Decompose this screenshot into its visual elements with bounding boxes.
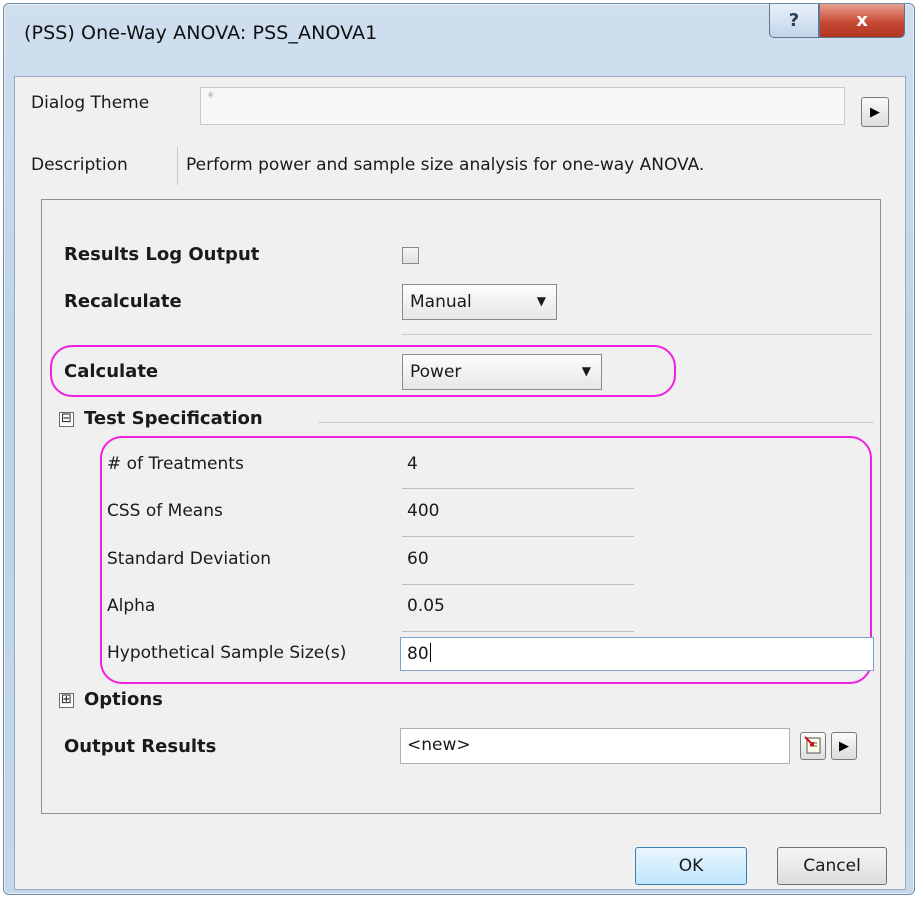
- sample-size-label: Hypothetical Sample Size(s): [107, 643, 347, 663]
- theme-menu-button[interactable]: ▶: [861, 97, 889, 127]
- dialog-window: (PSS) One-Way ANOVA: PSS_ANOVA1 ? x Dial…: [3, 3, 915, 895]
- options-title: Options: [84, 689, 163, 710]
- css-means-label: CSS of Means: [107, 501, 223, 521]
- expand-icon[interactable]: ⊞: [59, 693, 74, 708]
- recalculate-label: Recalculate: [64, 291, 182, 312]
- field-underline: [402, 631, 634, 632]
- description-text: Perform power and sample size analysis f…: [177, 147, 887, 185]
- ok-button[interactable]: OK: [635, 847, 747, 885]
- dialog-theme-label: Dialog Theme: [31, 93, 150, 113]
- std-dev-input[interactable]: 60: [407, 549, 429, 569]
- recalculate-select[interactable]: Manual ▼: [402, 284, 557, 320]
- dropdown-arrow-icon: ▼: [536, 294, 546, 308]
- separator: [402, 334, 872, 335]
- collapse-icon[interactable]: ⊟: [59, 412, 74, 427]
- treatments-input[interactable]: 4: [407, 454, 418, 474]
- output-results-value: <new>: [407, 735, 471, 755]
- browse-output-icon: [804, 736, 821, 754]
- play-arrow-icon: ▶: [839, 738, 849, 754]
- recalculate-value: Manual: [410, 292, 472, 312]
- dialog-theme-value: *: [207, 90, 214, 106]
- alpha-label: Alpha: [107, 596, 156, 616]
- alpha-input[interactable]: 0.05: [407, 596, 445, 616]
- field-underline: [402, 536, 634, 537]
- help-button[interactable]: ?: [769, 4, 819, 38]
- title-bar[interactable]: (PSS) One-Way ANOVA: PSS_ANOVA1 ? x: [4, 4, 914, 76]
- output-results-label: Output Results: [64, 736, 217, 757]
- output-browse-button[interactable]: [800, 732, 826, 760]
- output-results-field[interactable]: <new>: [400, 728, 790, 764]
- results-log-label: Results Log Output: [64, 244, 260, 265]
- field-underline: [402, 488, 634, 489]
- cancel-button[interactable]: Cancel: [777, 847, 887, 885]
- calculate-select[interactable]: Power ▼: [402, 354, 602, 390]
- dialog-theme-field[interactable]: *: [200, 87, 845, 125]
- field-underline: [402, 584, 634, 585]
- settings-panel: Results Log Output Recalculate Manual ▼ …: [41, 199, 881, 814]
- play-arrow-icon: ▶: [870, 104, 880, 120]
- group-line: [318, 422, 874, 423]
- close-button[interactable]: x: [819, 4, 905, 38]
- test-spec-title: Test Specification: [84, 408, 263, 429]
- sample-size-value: 80: [407, 643, 431, 664]
- calculate-label: Calculate: [64, 361, 159, 382]
- dialog-body: Dialog Theme * ▶ Description Perform pow…: [14, 76, 906, 890]
- calculate-value: Power: [410, 362, 462, 382]
- output-menu-button[interactable]: ▶: [831, 732, 857, 760]
- results-log-checkbox[interactable]: [402, 247, 419, 264]
- treatments-label: # of Treatments: [107, 454, 244, 474]
- css-means-input[interactable]: 400: [407, 501, 439, 521]
- std-dev-label: Standard Deviation: [107, 549, 272, 569]
- dropdown-arrow-icon: ▼: [581, 364, 591, 378]
- sample-size-input[interactable]: 80: [400, 637, 874, 671]
- window-title: (PSS) One-Way ANOVA: PSS_ANOVA1: [24, 22, 378, 44]
- description-label: Description: [31, 155, 128, 175]
